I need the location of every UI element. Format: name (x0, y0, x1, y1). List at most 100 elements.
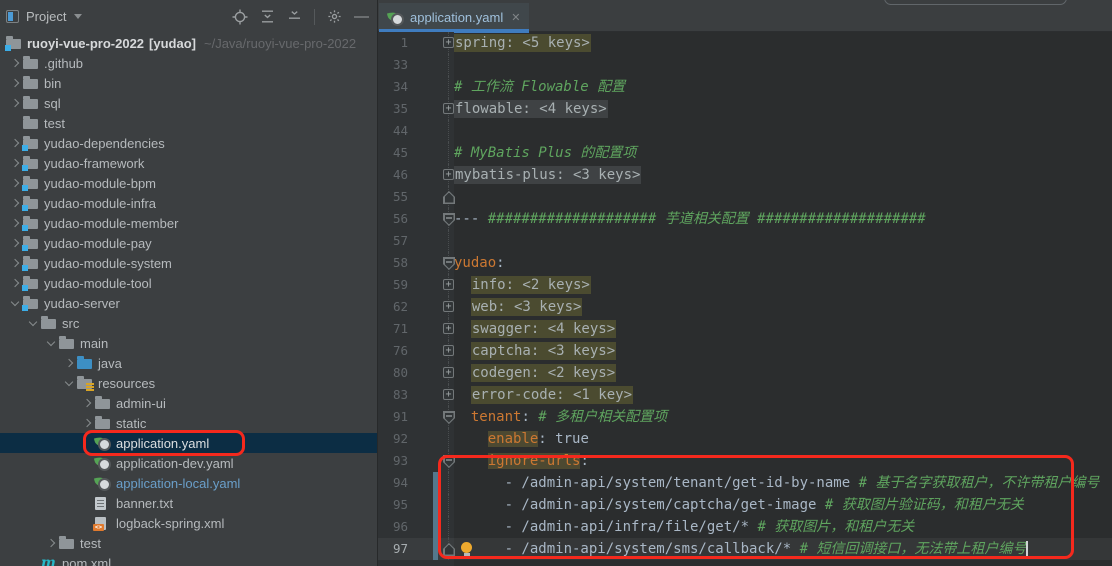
tree-item-yudao-module-infra[interactable]: yudao-module-infra (0, 193, 377, 213)
tree-item-resources[interactable]: resources (0, 373, 377, 393)
close-icon[interactable]: ✕ (511, 11, 520, 24)
chevron-down-icon[interactable] (42, 342, 59, 345)
tree-item-banner.txt[interactable]: banner.txt (0, 493, 377, 513)
select-opened-file-icon[interactable] (232, 9, 248, 25)
code-line-content[interactable]: captcha: <3 keys> (454, 340, 1112, 362)
code-line-content[interactable]: mybatis-plus: <3 keys> (454, 164, 1112, 186)
code-line-content[interactable]: flowable: <4 keys> (454, 98, 1112, 120)
tree-item-test[interactable]: test (0, 113, 377, 133)
tree-item-ruoyi-vue-pro-2022[interactable]: ruoyi-vue-pro-2022[yudao]~/Java/ruoyi-vu… (0, 33, 377, 53)
collapse-all-icon[interactable] (287, 9, 302, 24)
tab-application-yaml[interactable]: application.yaml ✕ (379, 3, 529, 32)
tree-item-application.yaml[interactable]: application.yaml (0, 433, 377, 453)
code-line-content[interactable]: codegen: <2 keys> (454, 362, 1112, 384)
chevron-right-icon[interactable] (6, 180, 23, 186)
code-line-content[interactable]: info: <2 keys> (454, 274, 1112, 296)
chevron-right-icon[interactable] (6, 80, 23, 86)
settings-gear-icon[interactable] (327, 9, 342, 24)
code-line-content[interactable] (454, 230, 1112, 252)
code-line-content[interactable]: tenant: # 多租户相关配置项 (454, 406, 1112, 428)
chevron-right-icon[interactable] (78, 400, 95, 406)
tree-item-bin[interactable]: bin (0, 73, 377, 93)
fold-collapse-icon[interactable] (443, 455, 455, 468)
fold-expand-icon[interactable]: + (443, 301, 454, 312)
tree-item-main[interactable]: main (0, 333, 377, 353)
tree-item-yudao-server[interactable]: yudao-server (0, 293, 377, 313)
fold-expand-icon[interactable]: + (443, 37, 454, 48)
project-view-dropdown[interactable]: Project (26, 9, 82, 24)
code-line-content[interactable] (454, 186, 1112, 208)
fold-collapse-icon[interactable] (443, 257, 455, 270)
code-token: # 基于名字获取租户，不许带租户编号 (859, 475, 1100, 491)
fold-expand-icon[interactable]: + (443, 279, 454, 290)
code-line-content[interactable]: web: <3 keys> (454, 296, 1112, 318)
line-number: 71 (378, 318, 410, 340)
chevron-right-icon[interactable] (6, 240, 23, 246)
tree-item-yudao-module-system[interactable]: yudao-module-system (0, 253, 377, 273)
chevron-right-icon[interactable] (6, 160, 23, 166)
chevron-right-icon[interactable] (6, 140, 23, 146)
code-line-content[interactable] (454, 120, 1112, 142)
tree-item-test[interactable]: test (0, 533, 377, 553)
fold-end-icon[interactable] (443, 543, 455, 556)
fold-collapse-icon[interactable] (443, 213, 455, 226)
fold-expand-icon[interactable]: + (443, 169, 454, 180)
code-line-content[interactable]: enable: true (454, 428, 1112, 450)
fold-expand-icon[interactable]: + (443, 345, 454, 356)
code-line-content[interactable]: ignore-urls: (454, 450, 1112, 472)
tree-item-java[interactable]: java (0, 353, 377, 373)
tree-item-admin-ui[interactable]: admin-ui (0, 393, 377, 413)
expand-all-icon[interactable] (260, 9, 275, 24)
chevron-down-icon[interactable] (60, 382, 77, 385)
fold-expand-icon[interactable]: + (443, 323, 454, 334)
code-line-content[interactable]: # MyBatis Plus 的配置项 (454, 142, 1112, 164)
code-line-content[interactable]: yudao: (454, 252, 1112, 274)
intention-lightbulb-icon[interactable] (461, 542, 472, 553)
chevron-right-icon[interactable] (6, 280, 23, 286)
chevron-right-icon[interactable] (60, 360, 77, 366)
code-line-content[interactable]: spring: <5 keys> (454, 32, 1112, 54)
fold-collapse-icon[interactable] (443, 411, 455, 424)
tree-item-sql[interactable]: sql (0, 93, 377, 113)
tree-item-pom.xml[interactable]: mpom.xml (0, 553, 377, 566)
code-line-content[interactable]: - /admin-api/system/tenant/get-id-by-nam… (454, 472, 1112, 494)
fold-expand-icon[interactable]: + (443, 367, 454, 378)
tree-item-logback-spring.xml[interactable]: logback-spring.xml (0, 513, 377, 533)
code-line-content[interactable] (454, 54, 1112, 76)
fold-expand-icon[interactable]: + (443, 103, 454, 114)
code-line-content[interactable]: swagger: <4 keys> (454, 318, 1112, 340)
fold-end-icon[interactable] (443, 191, 455, 204)
code-line-content[interactable]: error-code: <1 key> (454, 384, 1112, 406)
code-line-content[interactable]: - /admin-api/system/captcha/get-image # … (454, 494, 1112, 516)
code-line-content[interactable]: - /admin-api/system/sms/callback/* # 短信回… (454, 538, 1112, 560)
tree-item-yudao-module-member[interactable]: yudao-module-member (0, 213, 377, 233)
editor-line-1: 1+spring: <5 keys> (378, 32, 1112, 54)
chevron-right-icon[interactable] (42, 540, 59, 546)
tree-item-application-local.yaml[interactable]: application-local.yaml (0, 473, 377, 493)
chevron-right-icon[interactable] (6, 220, 23, 226)
hide-panel-icon[interactable]: — (354, 12, 369, 22)
tree-item-yudao-dependencies[interactable]: yudao-dependencies (0, 133, 377, 153)
chevron-right-icon[interactable] (6, 200, 23, 206)
editor-body[interactable]: 1+spring: <5 keys>3334# 工作流 Flowable 配置3… (378, 32, 1112, 566)
fold-expand-icon[interactable]: + (443, 389, 454, 400)
code-line-content[interactable]: --- #################### 芋道相关配置 ########… (454, 208, 1112, 230)
chevron-down-icon[interactable] (24, 322, 41, 325)
chevron-down-icon[interactable] (6, 302, 23, 305)
code-line-content[interactable]: - /admin-api/infra/file/get/* # 获取图片，和租户… (454, 516, 1112, 538)
tree-item-src[interactable]: src (0, 313, 377, 333)
code-line-content[interactable]: # 工作流 Flowable 配置 (454, 76, 1112, 98)
chevron-right-icon[interactable] (78, 420, 95, 426)
tree-item-label: pom.xml (62, 556, 111, 566)
chevron-right-icon[interactable] (6, 260, 23, 266)
tree-item-yudao-module-tool[interactable]: yudao-module-tool (0, 273, 377, 293)
chevron-right-icon[interactable] (6, 100, 23, 106)
tree-item-.github[interactable]: .github (0, 53, 377, 73)
tree-item-yudao-module-pay[interactable]: yudao-module-pay (0, 233, 377, 253)
tree-item-static[interactable]: static (0, 413, 377, 433)
tree-item-yudao-module-bpm[interactable]: yudao-module-bpm (0, 173, 377, 193)
tree-item-yudao-framework[interactable]: yudao-framework (0, 153, 377, 173)
editor-line-55: 55 (378, 186, 1112, 208)
tree-item-application-dev.yaml[interactable]: application-dev.yaml (0, 453, 377, 473)
chevron-right-icon[interactable] (6, 60, 23, 66)
